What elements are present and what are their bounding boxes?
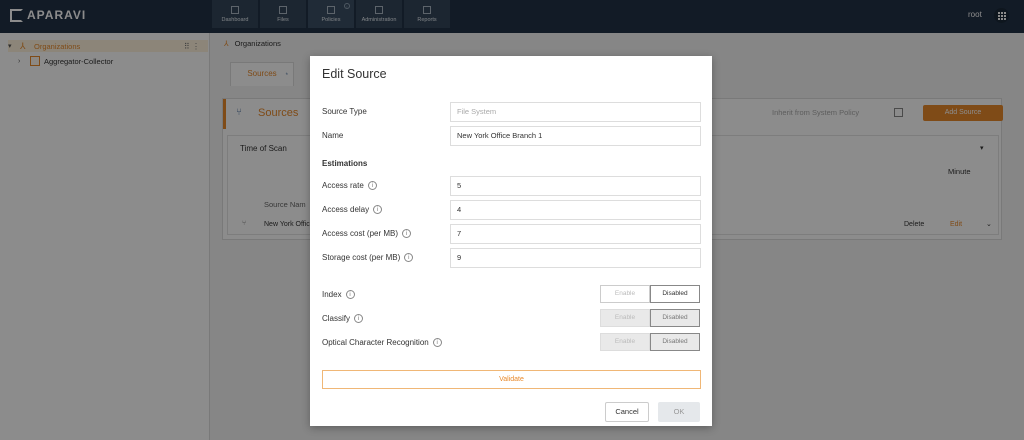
storage-cost-label: Storage cost (per MB)	[322, 253, 401, 262]
classify-label-group: Classify i	[322, 314, 364, 323]
info-icon[interactable]: i	[354, 314, 364, 323]
edit-source-dialog: Edit Source Source Type File System Name…	[310, 56, 712, 426]
access-cost-label: Access cost (per MB)	[322, 229, 399, 238]
validate-button[interactable]: Validate	[322, 370, 701, 389]
ok-button[interactable]: OK	[658, 402, 700, 422]
name-field[interactable]: New York Office Branch 1	[450, 126, 701, 146]
access-delay-label: Access delay	[322, 205, 370, 214]
index-disabled-button[interactable]: Disabled	[650, 285, 700, 303]
cancel-button[interactable]: Cancel	[605, 402, 649, 422]
access-rate-label: Access rate	[322, 181, 364, 190]
source-type-label: Source Type	[322, 107, 367, 116]
source-type-field[interactable]: File System	[450, 102, 701, 122]
index-label: Index	[322, 290, 342, 299]
access-rate-label-group: Access rate i	[322, 181, 377, 190]
storage-cost-label-group: Storage cost (per MB) i	[322, 253, 414, 262]
storage-cost-field[interactable]: 9	[450, 248, 701, 268]
ocr-label-group: Optical Character Recognition i	[322, 338, 442, 347]
info-icon[interactable]: i	[404, 253, 414, 262]
ocr-label: Optical Character Recognition	[322, 338, 429, 347]
dialog-title: Edit Source	[322, 67, 387, 81]
ocr-toggle: Enable Disabled	[600, 333, 701, 351]
classify-enable-button[interactable]: Enable	[600, 309, 650, 327]
access-rate-field[interactable]: 5	[450, 176, 701, 196]
index-label-group: Index i	[322, 290, 355, 299]
info-icon[interactable]: i	[402, 229, 412, 238]
info-icon[interactable]: i	[345, 290, 355, 299]
ocr-enable-button[interactable]: Enable	[600, 333, 650, 351]
access-cost-field[interactable]: 7	[450, 224, 701, 244]
classify-toggle: Enable Disabled	[600, 309, 701, 327]
index-enable-button[interactable]: Enable	[600, 285, 650, 303]
info-icon[interactable]: i	[432, 338, 442, 347]
name-label: Name	[322, 131, 344, 140]
classify-label: Classify	[322, 314, 351, 323]
info-icon[interactable]: i	[373, 205, 383, 214]
access-delay-field[interactable]: 4	[450, 200, 701, 220]
estimations-heading: Estimations	[322, 159, 368, 168]
access-delay-label-group: Access delay i	[322, 205, 383, 214]
index-toggle: Enable Disabled	[600, 285, 701, 303]
info-icon[interactable]: i	[367, 181, 377, 190]
access-cost-label-group: Access cost (per MB) i	[322, 229, 412, 238]
ocr-disabled-button[interactable]: Disabled	[650, 333, 700, 351]
classify-disabled-button[interactable]: Disabled	[650, 309, 700, 327]
